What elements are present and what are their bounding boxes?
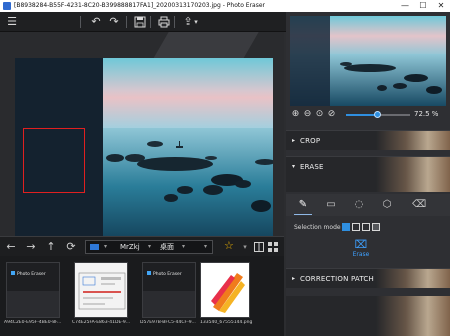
- zoom-value: 72.5 %: [414, 110, 439, 118]
- section-crop[interactable]: ▸ CROP: [286, 130, 450, 150]
- zoom-in-icon[interactable]: ⊕: [290, 109, 301, 120]
- thumbnail[interactable]: Photo Eraser: [142, 262, 196, 318]
- section-art: [376, 157, 450, 192]
- toolbar-separator: [80, 16, 81, 28]
- thumbnail-logo: Photo Eraser: [147, 271, 182, 277]
- thumbnail[interactable]: [200, 262, 250, 318]
- folder-icon: [90, 244, 99, 250]
- toolbar-separator: [174, 16, 175, 28]
- undo-icon[interactable]: ↶: [88, 14, 104, 30]
- menu-icon[interactable]: ☰: [4, 14, 20, 30]
- mode-subtract-icon[interactable]: [362, 223, 370, 231]
- section-art: [376, 296, 450, 336]
- bottom-section[interactable]: [286, 296, 450, 336]
- star-icon[interactable]: ☆: [224, 239, 234, 252]
- photo-canvas[interactable]: [15, 58, 273, 236]
- thumbnail-caption: 133540_67555144.png: [200, 320, 253, 325]
- refresh-icon[interactable]: ⟳: [64, 239, 78, 255]
- thumbnail-caption: A94C2E0-E95F-4BE0-8F...: [4, 320, 62, 325]
- thumbnail-caption: C74E25FA-E863-41DE-9...: [72, 320, 131, 325]
- print-icon[interactable]: [156, 14, 172, 30]
- chevron-down-icon[interactable]: ▾: [148, 241, 151, 253]
- brush-icon[interactable]: ✎: [296, 198, 310, 212]
- section-label: ERASE: [300, 163, 324, 171]
- section-correction-patch[interactable]: ▸ CORRECTION PATCH: [286, 268, 450, 288]
- canvas-area[interactable]: [0, 32, 284, 236]
- title-bar: [B8938284-B55F-4231-8C20-B399888817FA1]_…: [0, 0, 450, 12]
- app-icon: [3, 2, 11, 10]
- collapse-arrow-icon: ▾: [292, 163, 296, 170]
- up-icon[interactable]: ↑: [44, 239, 58, 255]
- zoom-slider-knob[interactable]: [374, 111, 381, 118]
- window-title: [B8938284-B55F-4231-8C20-B399888817FA1]_…: [14, 2, 266, 9]
- minimize-button[interactable]: —: [396, 0, 414, 12]
- zoom-actual-icon[interactable]: ⊘: [326, 109, 337, 120]
- zoom-fit-icon[interactable]: ⊙: [314, 109, 325, 120]
- forward-icon[interactable]: →: [24, 239, 38, 255]
- selection-mode-label: Selection mode: [294, 224, 341, 231]
- expand-arrow-icon: ▸: [292, 275, 296, 282]
- thumbnail-strip: Photo Eraser A94C2E0-E95F-4BE0-8F... C74…: [0, 256, 284, 336]
- erase-icon: ⌧: [354, 238, 368, 251]
- polygon-lasso-icon[interactable]: ⬡: [380, 198, 394, 212]
- close-button[interactable]: ✕: [432, 0, 450, 12]
- mode-new-icon[interactable]: [342, 223, 350, 231]
- thumbnail[interactable]: Photo Eraser: [6, 262, 60, 318]
- path-item-desktop[interactable]: 桌面: [160, 241, 174, 253]
- expand-arrow-icon: ▸: [292, 137, 296, 144]
- chevron-down-icon[interactable]: ▾: [238, 239, 252, 255]
- toolbar-separator: [150, 16, 151, 28]
- active-tool-indicator: [294, 214, 312, 215]
- toolbar-separator: [126, 16, 127, 28]
- layout-icon[interactable]: [252, 239, 266, 255]
- thumbnail[interactable]: [74, 262, 128, 318]
- erase-tools: ✎ ▭ ◌ ⬡ ⌫: [286, 194, 450, 216]
- back-icon[interactable]: ←: [4, 239, 18, 255]
- mode-intersect-icon[interactable]: [372, 223, 380, 231]
- section-label: CROP: [300, 137, 321, 145]
- maximize-button[interactable]: ☐: [414, 0, 432, 12]
- redo-icon[interactable]: ↷: [106, 14, 122, 30]
- path-item-user[interactable]: MrZkj: [120, 241, 140, 253]
- save-icon[interactable]: [132, 14, 148, 30]
- zoom-out-icon[interactable]: ⊖: [302, 109, 313, 120]
- section-art: [376, 131, 450, 150]
- erase-button-label: Erase: [352, 251, 370, 258]
- path-dropdown-icon[interactable]: ▾: [204, 241, 207, 253]
- zoom-slider[interactable]: [346, 111, 410, 118]
- erase-button[interactable]: ⌧ Erase: [346, 236, 376, 266]
- path-breadcrumb[interactable]: ▾ MrZkj ▾ 桌面 ▾ ▾: [85, 240, 213, 254]
- chevron-down-icon[interactable]: ▾: [104, 241, 107, 253]
- thumbnail-caption: D57E97B-BFC5-44CF-9...: [140, 320, 196, 325]
- file-browser-bar: ← → ↑ ⟳ ▾ MrZkj ▾ 桌面 ▾ ▾ ☆ ▾: [0, 236, 284, 256]
- rectangle-select-icon[interactable]: ▭: [324, 198, 338, 212]
- preview-image[interactable]: [290, 16, 446, 106]
- thumbnail-logo: Photo Eraser: [11, 271, 46, 277]
- selection-rectangle[interactable]: [23, 128, 85, 193]
- grid-view-icon[interactable]: [266, 239, 280, 255]
- mode-add-icon[interactable]: [352, 223, 360, 231]
- zoom-row: ⊕ ⊖ ⊙ ⊘ 72.5 %: [286, 108, 450, 122]
- lasso-icon[interactable]: ◌: [352, 198, 366, 212]
- section-art: [376, 269, 450, 288]
- chevron-down-icon[interactable]: ▾: [182, 241, 185, 253]
- right-panel: ⊕ ⊖ ⊙ ⊘ 72.5 % ▸ CROP ▾ ERASE ✎ ▭ ◌ ⬡ ⌫ …: [286, 12, 450, 336]
- eraser-icon[interactable]: ⌫: [412, 198, 426, 212]
- section-erase[interactable]: ▾ ERASE: [286, 156, 450, 192]
- share-chevron-icon[interactable]: ▾: [192, 14, 200, 30]
- section-label: CORRECTION PATCH: [300, 275, 374, 283]
